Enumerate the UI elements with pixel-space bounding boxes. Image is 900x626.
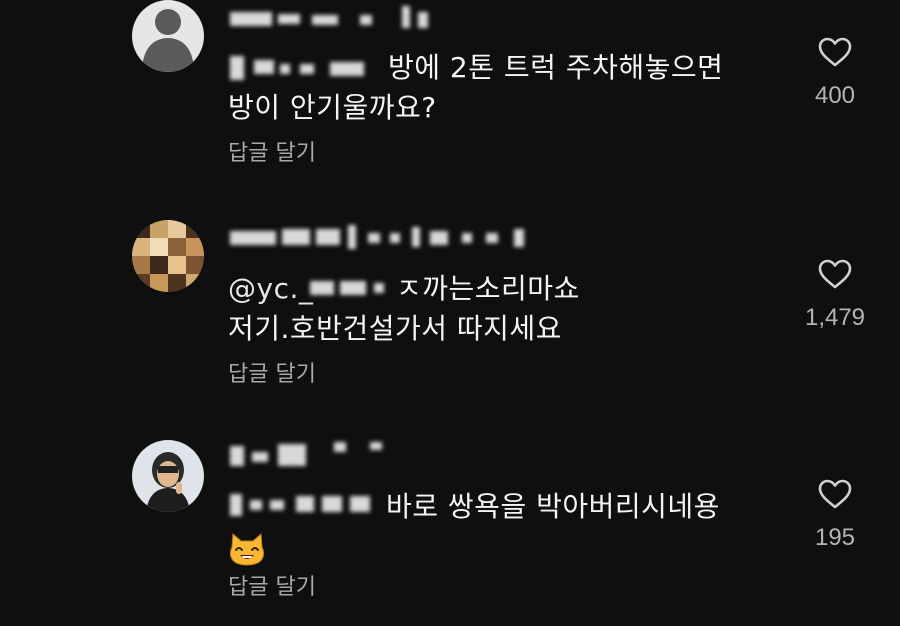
user-avatar[interactable] <box>132 440 204 512</box>
comment-item: 방에 2톤 트럭 주차해놓으면 방이 안기울까요? 답글 달기 400 <box>0 0 900 190</box>
comment-text: 방에 2톤 트럭 주차해놓으면 <box>388 51 724 84</box>
comment-text: 바로 쌍욕을 박아버리시네용 <box>386 490 720 523</box>
user-avatar[interactable] <box>132 0 204 72</box>
like-count: 195 <box>814 524 856 551</box>
username-blurred[interactable] <box>230 6 430 36</box>
like-count: 1,479 <box>804 304 866 331</box>
like-count: 400 <box>814 82 856 109</box>
mention-blurred[interactable] <box>310 273 400 303</box>
mention-blurred[interactable] <box>230 490 376 520</box>
reply-button[interactable]: 답글 달기 <box>228 361 316 389</box>
like-button[interactable]: 195 <box>795 478 875 552</box>
like-button[interactable]: 400 <box>795 36 875 110</box>
comment-item: 바로 쌍욕을 박아버리시네용 답글 달기 195 <box>0 432 900 626</box>
heart-outline-icon <box>818 479 852 509</box>
heart-outline-icon <box>818 37 852 67</box>
comment-text: ㅈ까는소리마쇼 <box>396 272 580 305</box>
blurred-person-icon <box>132 440 204 512</box>
mention-blurred[interactable] <box>230 54 370 84</box>
like-button[interactable]: 1,479 <box>795 258 875 332</box>
user-avatar[interactable] <box>132 220 204 292</box>
reply-button[interactable]: 답글 달기 <box>228 574 316 602</box>
smiling-cat-emoji-icon <box>229 532 265 566</box>
username-blurred[interactable] <box>230 440 390 470</box>
blurred-photo-icon <box>132 220 204 292</box>
default-person-icon <box>132 0 204 72</box>
comment-thread: { "comments": [ { "text_line1": "방에 2톤 트… <box>0 0 900 626</box>
comment-text: 방이 안기울까요? <box>228 91 437 124</box>
reply-button[interactable]: 답글 달기 <box>228 140 316 168</box>
comment-item: @yc._ ㅈ까는소리마쇼 저기.호반건설가서 따지세요 답글 달기 1,479 <box>0 215 900 405</box>
heart-outline-icon <box>818 259 852 289</box>
mention-text[interactable]: @yc._ <box>228 271 313 307</box>
comment-text: 저기.호반건설가서 따지세요 <box>228 312 562 345</box>
username-blurred[interactable] <box>230 223 530 253</box>
